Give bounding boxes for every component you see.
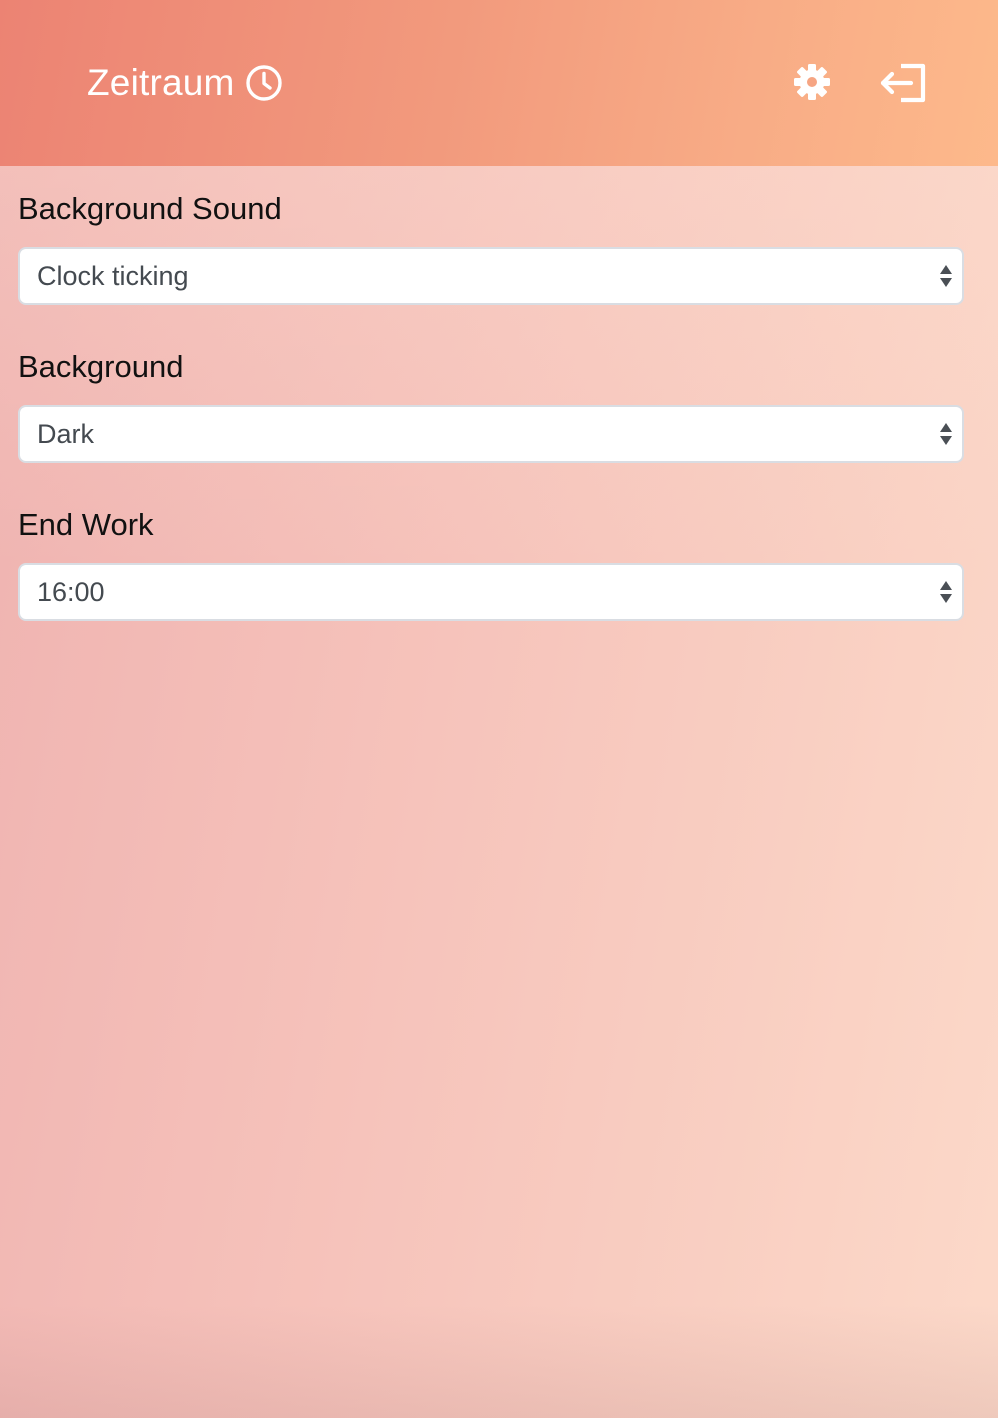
background-sound-group: Background Sound Clock ticking <box>18 191 968 305</box>
app-header: Zeitraum <box>0 0 998 166</box>
background-sound-value: Clock ticking <box>37 260 189 291</box>
background-sound-select[interactable]: Clock ticking <box>18 247 964 305</box>
gear-icon <box>794 64 830 100</box>
select-arrows-icon <box>940 265 952 287</box>
app-title: Zeitraum <box>87 62 235 103</box>
background-label: Background <box>18 349 184 384</box>
select-arrows-icon <box>940 581 952 603</box>
end-work-group: End Work 16:00 <box>18 507 968 621</box>
background-value: Dark <box>37 418 95 449</box>
clock-icon <box>245 65 282 101</box>
end-work-value: 16:00 <box>37 576 105 607</box>
sign-out-icon <box>880 63 926 103</box>
background-select[interactable]: Dark <box>18 405 964 463</box>
settings-button[interactable] <box>792 62 832 102</box>
end-work-label: End Work <box>18 507 154 542</box>
background-group: Background Dark <box>18 349 968 463</box>
background-sound-label: Background Sound <box>18 191 282 226</box>
select-arrows-icon <box>940 423 952 445</box>
end-work-select[interactable]: 16:00 <box>18 563 964 621</box>
brand[interactable]: Zeitraum <box>87 58 283 108</box>
logout-button[interactable] <box>878 60 928 106</box>
